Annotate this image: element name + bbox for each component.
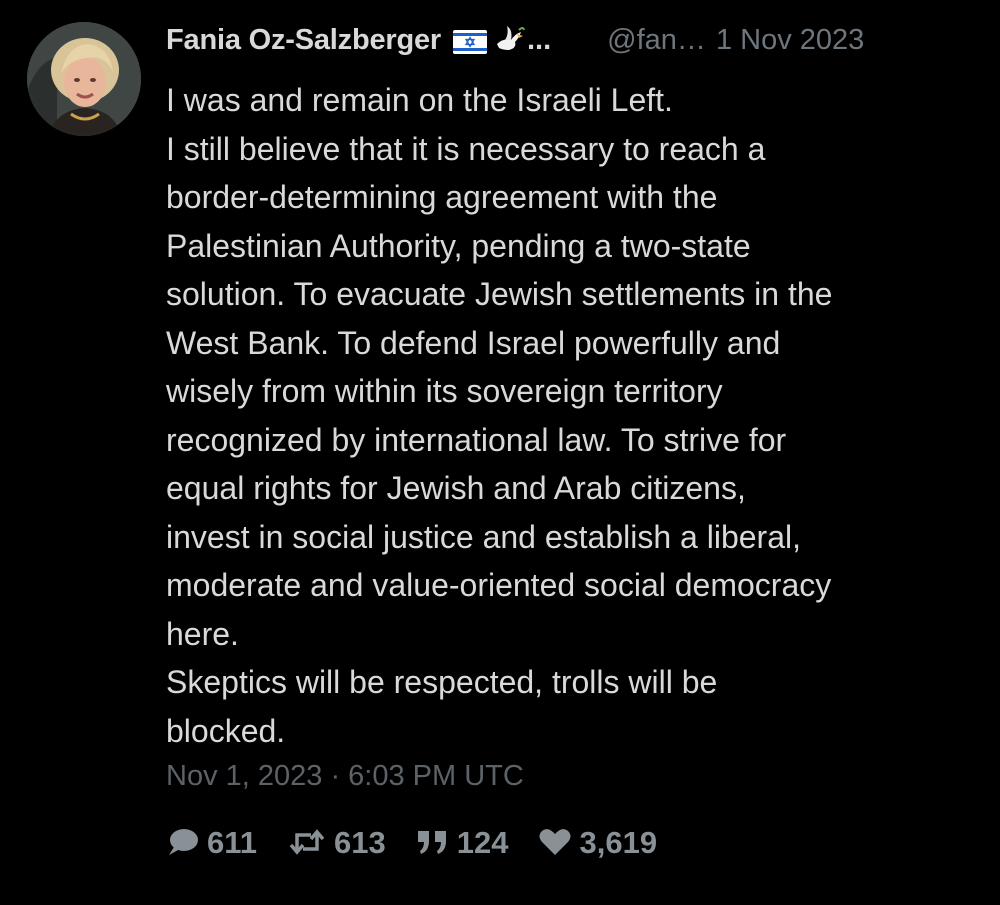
tweet-text-line: I still believe that it is necessary to … — [166, 130, 766, 167]
quote-icon — [417, 831, 446, 854]
avatar-photo — [27, 22, 141, 136]
tweet-text-line: solution. To evacuate Jewish settlements… — [166, 276, 833, 312]
quote-count: 124 — [456, 824, 509, 860]
tweet-text-line: border-determining agreement with the — [166, 179, 718, 215]
tweet-text-line: invest in social justice and establish a… — [166, 518, 801, 555]
retweet-count: 613 — [334, 824, 386, 860]
tweet-header: Fania Oz-Salzberger ... @fan… 1 Nov 2023 — [166, 18, 978, 62]
tweet-text-line: moderate and value-oriented social democ… — [166, 567, 832, 603]
tweet-text-line: wisely from within its sovereign territo… — [166, 373, 723, 409]
tweet-date[interactable]: 1 Nov 2023 — [716, 24, 864, 57]
retweet-button[interactable]: 613 — [287, 827, 386, 858]
name-ellipsis: ... — [527, 23, 552, 56]
retweet-icon — [289, 829, 325, 855]
display-name[interactable]: Fania Oz-Salzberger — [166, 24, 441, 57]
tweet-text-line: here. — [166, 615, 239, 652]
user-handle[interactable]: @fan… — [607, 24, 706, 57]
reply-button[interactable]: 611 — [166, 827, 257, 858]
tweet-text-line: West Bank. To defend Israel powerfully a… — [166, 324, 781, 361]
tweet-actions: 611 613 124 3,619 — [166, 820, 687, 864]
tweet-text-line: blocked. — [166, 712, 286, 749]
tweet-text-line: I was and remain on the Israeli Left. — [166, 82, 673, 118]
tweet-text-line: equal rights for Jewish and Arab citizen… — [166, 470, 746, 506]
tweet-timestamp[interactable]: Nov 1, 2023 · 6:03 PM UTC — [166, 760, 524, 793]
tweet-text: I was and remain on the Israeli Left. I … — [166, 76, 986, 755]
tweet-text-line: Skeptics will be respected, trolls will … — [166, 664, 718, 700]
reply-icon — [169, 829, 198, 855]
israel-flag-icon — [453, 30, 487, 54]
heart-icon — [539, 829, 571, 855]
reply-count: 611 — [207, 824, 258, 860]
avatar[interactable] — [27, 22, 141, 136]
dove-icon — [493, 24, 525, 56]
quote-button[interactable]: 124 — [416, 824, 509, 860]
tweet-text-line: Palestinian Authority, pending a two-sta… — [166, 227, 751, 264]
like-count: 3,619 — [579, 824, 658, 860]
tweet: Fania Oz-Salzberger ... @fan… 1 Nov 2023… — [0, 0, 1000, 905]
tweet-text-line: recognized by international law. To stri… — [166, 421, 787, 458]
like-button[interactable]: 3,619 — [538, 827, 657, 858]
